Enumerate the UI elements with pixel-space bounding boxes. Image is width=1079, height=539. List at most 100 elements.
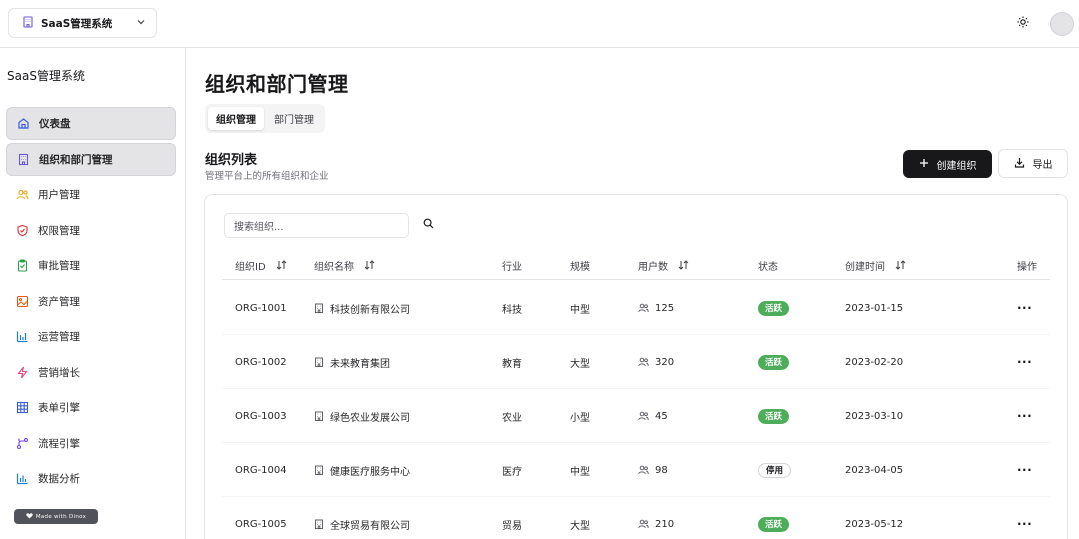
sidebar-item-users[interactable]: 用户管理 xyxy=(6,178,176,211)
org-name: 全球贸易有限公司 xyxy=(330,520,410,532)
section-title: 组织列表 xyxy=(205,153,258,168)
column-label: 规模 xyxy=(570,261,590,273)
export-button[interactable]: 导出 xyxy=(998,149,1068,178)
building-icon xyxy=(314,519,324,529)
app-switcher-label: SaaS管理系统 xyxy=(41,17,113,30)
users-icon xyxy=(15,188,29,202)
org-industry: 医疗 xyxy=(502,466,522,478)
sort-icon[interactable] xyxy=(276,260,287,270)
org-id: ORG-1003 xyxy=(235,410,287,422)
sidebar-item-label: 数据分析 xyxy=(38,473,80,485)
sidebar-item-analytics[interactable]: 数据分析 xyxy=(6,462,176,495)
column-header-created[interactable]: 创建时间 xyxy=(845,250,906,280)
org-created: 2023-04-05 xyxy=(845,464,904,476)
column-label: 行业 xyxy=(502,261,522,273)
building-icon xyxy=(314,357,324,367)
search-button[interactable] xyxy=(420,217,436,233)
table-row[interactable]: ORG-1004 健康医疗服务中心 医疗 中型 98 停用 2023-04-05 ··· xyxy=(222,443,1050,497)
plus-icon xyxy=(919,158,929,171)
org-name-cell: 绿色农业发展公司 xyxy=(314,389,410,443)
bar-chart-icon xyxy=(15,330,29,344)
status-badge: 停用 xyxy=(758,462,792,478)
building-icon xyxy=(314,303,324,313)
column-header-scale: 规模 xyxy=(570,250,590,280)
sidebar-item-growth[interactable]: 营销增长 xyxy=(6,356,176,389)
building-icon xyxy=(314,411,324,421)
made-with-label: Made with Dinox xyxy=(35,513,87,520)
row-actions-button[interactable]: ··· xyxy=(1017,281,1032,335)
sun-icon xyxy=(1017,16,1029,31)
org-name-cell: 健康医疗服务中心 xyxy=(314,443,410,497)
heart-icon xyxy=(26,512,33,521)
row-actions-button[interactable]: ··· xyxy=(1017,443,1032,497)
org-id: ORG-1004 xyxy=(235,464,287,476)
org-id: ORG-1005 xyxy=(235,518,287,530)
row-actions-button[interactable]: ··· xyxy=(1017,335,1032,389)
table-row[interactable]: ORG-1005 全球贸易有限公司 贸易 大型 210 活跃 2023-05-12 ··· xyxy=(222,497,1050,539)
status-badge: 活跃 xyxy=(758,408,790,424)
sidebar-item-operations[interactable]: 运营管理 xyxy=(6,320,176,353)
sidebar: SaaS管理系统 仪表盘 组织和部门管理 用户管理 权限管理 审批管理 资产管理 xyxy=(0,48,186,539)
org-status-cell: 活跃 xyxy=(758,389,790,443)
search-icon xyxy=(423,218,434,232)
image-icon xyxy=(15,294,29,308)
org-name: 健康医疗服务中心 xyxy=(330,466,410,478)
sidebar-item-form-engine[interactable]: 表单引擎 xyxy=(6,391,176,424)
column-header-users[interactable]: 用户数 xyxy=(638,250,689,280)
org-users-cell: 125 xyxy=(638,281,674,335)
org-name-cell: 未来教育集团 xyxy=(314,335,390,389)
org-name: 未来教育集团 xyxy=(330,358,390,370)
sidebar-item-label: 流程引擎 xyxy=(38,437,80,450)
org-users-cell: 210 xyxy=(638,497,674,539)
org-created: 2023-02-20 xyxy=(845,356,904,368)
users-icon xyxy=(638,519,649,529)
sidebar-item-approval[interactable]: 审批管理 xyxy=(6,249,176,282)
tab-organization[interactable]: 组织管理 xyxy=(208,107,264,130)
page-title: 组织和部门管理 xyxy=(205,72,349,96)
tab-department[interactable]: 部门管理 xyxy=(266,107,322,130)
row-actions-button[interactable]: ··· xyxy=(1017,389,1032,443)
column-header-name[interactable]: 组织名称 xyxy=(314,250,375,280)
users-icon xyxy=(638,465,649,475)
org-name-cell: 科技创新有限公司 xyxy=(314,281,410,335)
org-scale: 中型 xyxy=(570,466,590,478)
org-name: 绿色农业发展公司 xyxy=(330,412,410,424)
row-actions-button[interactable]: ··· xyxy=(1017,497,1032,539)
sidebar-item-workflow-engine[interactable]: 流程引擎 xyxy=(6,427,176,460)
table-row[interactable]: ORG-1003 绿色农业发展公司 农业 小型 45 活跃 2023-03-10 ··· xyxy=(222,389,1050,443)
made-with-badge[interactable]: Made with Dinox xyxy=(14,509,98,524)
org-status-cell: 活跃 xyxy=(758,281,790,335)
sidebar-item-organization[interactable]: 组织和部门管理 xyxy=(6,142,176,176)
app-switcher[interactable]: SaaS管理系统 xyxy=(8,8,157,38)
avatar[interactable] xyxy=(1050,12,1074,36)
org-created: 2023-01-15 xyxy=(845,302,904,314)
export-label: 导出 xyxy=(1032,160,1053,171)
org-id: ORG-1002 xyxy=(235,356,287,368)
org-scale: 小型 xyxy=(570,412,590,424)
org-name: 科技创新有限公司 xyxy=(330,304,410,316)
create-organization-button[interactable]: 创建组织 xyxy=(903,150,992,178)
column-header-id[interactable]: 组织ID xyxy=(235,250,287,280)
sidebar-item-label: 组织和部门管理 xyxy=(39,153,113,166)
search-input[interactable]: 搜索组织... xyxy=(224,213,409,238)
org-status-cell: 活跃 xyxy=(758,335,790,389)
users-icon xyxy=(638,303,649,313)
sort-icon[interactable] xyxy=(895,260,906,270)
org-users-cell: 98 xyxy=(638,443,668,497)
sidebar-nav: 仪表盘 组织和部门管理 用户管理 权限管理 审批管理 资产管理 运营管理 营销增… xyxy=(6,107,176,498)
workflow-icon xyxy=(15,436,29,450)
sidebar-item-dashboard[interactable]: 仪表盘 xyxy=(6,107,176,140)
org-created: 2023-03-10 xyxy=(845,410,904,422)
theme-toggle-button[interactable] xyxy=(1013,13,1033,33)
org-name-cell: 全球贸易有限公司 xyxy=(314,497,410,539)
sort-icon[interactable] xyxy=(364,260,375,270)
org-industry: 农业 xyxy=(502,412,522,424)
column-label: 状态 xyxy=(758,261,778,273)
table-row[interactable]: ORG-1002 未来教育集团 教育 大型 320 活跃 2023-02-20 ··· xyxy=(222,335,1050,389)
sidebar-item-assets[interactable]: 资产管理 xyxy=(6,285,176,318)
sidebar-item-label: 用户管理 xyxy=(38,189,80,201)
table-row[interactable]: ORG-1001 科技创新有限公司 科技 中型 125 活跃 2023-01-15 ··· xyxy=(222,281,1050,335)
sidebar-item-permissions[interactable]: 权限管理 xyxy=(6,214,176,247)
org-id: ORG-1001 xyxy=(235,302,287,314)
sort-icon[interactable] xyxy=(678,260,689,270)
